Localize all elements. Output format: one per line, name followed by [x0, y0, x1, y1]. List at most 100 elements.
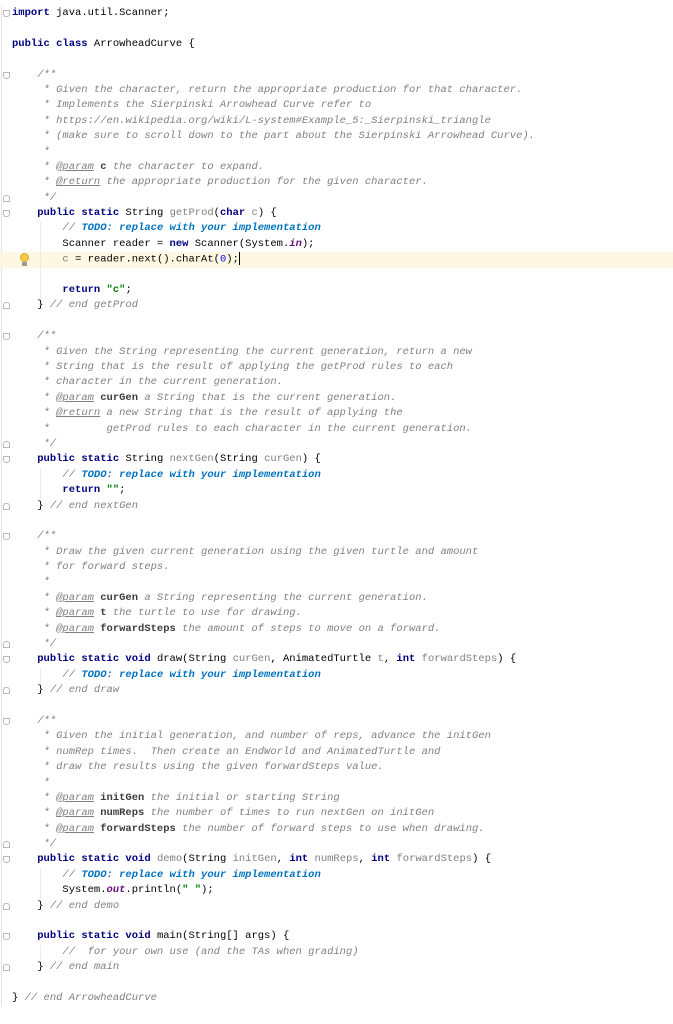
code-line[interactable]: * @param t the turtle to use for drawing…: [0, 606, 673, 621]
code-line[interactable]: // TODO: replace with your implementatio…: [0, 221, 673, 236]
code-token: return: [62, 484, 101, 497]
code-line[interactable]: [0, 21, 673, 36]
code-token: );: [226, 253, 239, 266]
code-line[interactable]: *: [0, 575, 673, 590]
fold-collapse-icon[interactable]: [3, 964, 10, 972]
code-line[interactable]: * String that is the result of applying …: [0, 360, 673, 375]
code-line[interactable]: } // end getProd: [0, 298, 673, 313]
code-line[interactable]: * Given the initial generation, and numb…: [0, 729, 673, 744]
code-line[interactable]: // for your own use (and the TAs when gr…: [0, 945, 673, 960]
code-line[interactable]: } // end draw: [0, 683, 673, 698]
code-token: , AnimatedTurtle: [270, 653, 378, 666]
code-line[interactable]: import java.util.Scanner;: [0, 6, 673, 21]
code-line[interactable]: * @param numReps the number of times to …: [0, 806, 673, 821]
lightbulb-icon[interactable]: [20, 253, 29, 267]
fold-expand-icon[interactable]: [3, 533, 10, 541]
code-line[interactable]: * numRep times. Then create an EndWorld …: [0, 745, 673, 760]
code-line[interactable]: // TODO: replace with your implementatio…: [0, 668, 673, 683]
fold-expand-icon[interactable]: [3, 456, 10, 464]
fold-collapse-icon[interactable]: [3, 641, 10, 649]
code-line[interactable]: } // end nextGen: [0, 499, 673, 514]
fold-collapse-icon[interactable]: [3, 194, 10, 202]
code-line[interactable]: } // end main: [0, 960, 673, 975]
code-line[interactable]: return "c";: [0, 283, 673, 298]
code-token: public static void: [37, 653, 151, 666]
code-line[interactable]: */: [0, 191, 673, 206]
code-line[interactable]: *: [0, 145, 673, 160]
code-line[interactable]: [0, 514, 673, 529]
fold-expand-icon[interactable]: [3, 333, 10, 341]
code-line[interactable]: *: [0, 776, 673, 791]
fold-collapse-icon[interactable]: [3, 302, 10, 310]
code-line[interactable]: public static void demo(String initGen, …: [0, 852, 673, 867]
code-token: * Draw the given current generation usin…: [12, 545, 479, 558]
code-line[interactable]: * @param curGen a String that is the cur…: [0, 391, 673, 406]
code-line[interactable]: return "";: [0, 483, 673, 498]
code-line[interactable]: // TODO: replace with your implementatio…: [0, 868, 673, 883]
code-line[interactable]: public static void main(String[] args) {: [0, 929, 673, 944]
code-line[interactable]: * Draw the given current generation usin…: [0, 545, 673, 560]
fold-collapse-icon[interactable]: [3, 687, 10, 695]
code-line[interactable]: * @return a new String that is the resul…: [0, 406, 673, 421]
code-line[interactable]: * for forward steps.: [0, 560, 673, 575]
fold-collapse-icon[interactable]: [3, 502, 10, 510]
fold-expand-icon[interactable]: [3, 10, 10, 17]
code-line[interactable]: * https://en.wikipedia.org/wiki/L-system…: [0, 114, 673, 129]
code-token: in: [289, 237, 302, 250]
fold-expand-icon[interactable]: [3, 933, 10, 941]
fold-collapse-icon[interactable]: [3, 440, 10, 448]
code-line[interactable]: * @param initGen the initial or starting…: [0, 791, 673, 806]
code-line[interactable]: * @param forwardSteps the number of forw…: [0, 822, 673, 837]
code-line[interactable]: * Implements the Sierpinski Arrowhead Cu…: [0, 98, 673, 113]
code-line[interactable]: * Given the String representing the curr…: [0, 345, 673, 360]
code-line[interactable]: // TODO: replace with your implementatio…: [0, 468, 673, 483]
code-token: the appropriate production for the given…: [100, 176, 428, 189]
code-line[interactable]: Scanner reader = new Scanner(System.in);: [0, 237, 673, 252]
code-line[interactable]: * character in the current generation.: [0, 375, 673, 390]
code-line[interactable]: public static String nextGen(String curG…: [0, 452, 673, 467]
code-line[interactable]: /**: [0, 714, 673, 729]
code-line[interactable]: * getProd rules to each character in the…: [0, 422, 673, 437]
code-token: Scanner reader =: [12, 237, 170, 250]
code-line[interactable]: /**: [0, 529, 673, 544]
code-line[interactable]: } // end demo: [0, 899, 673, 914]
code-line[interactable]: * draw the results using the given forwa…: [0, 760, 673, 775]
code-line[interactable]: /**: [0, 329, 673, 344]
code-line[interactable]: */: [0, 437, 673, 452]
fold-expand-icon[interactable]: [3, 856, 10, 864]
code-line[interactable]: [0, 914, 673, 929]
code-line[interactable]: */: [0, 637, 673, 652]
code-token: }: [12, 899, 50, 912]
code-line[interactable]: [0, 314, 673, 329]
code-line[interactable]: public static String getProd(char c) {: [0, 206, 673, 221]
code-line[interactable]: * @return the appropriate production for…: [0, 175, 673, 190]
fold-expand-icon[interactable]: [3, 656, 10, 664]
fold-collapse-icon[interactable]: [3, 841, 10, 849]
code-line[interactable]: */: [0, 837, 673, 852]
code-line[interactable]: System.out.println(" ");: [0, 883, 673, 898]
code-line[interactable]: } // end ArrowheadCurve: [0, 991, 673, 1006]
code-line[interactable]: * @param curGen a String representing th…: [0, 591, 673, 606]
code-line[interactable]: public class ArrowheadCurve {: [0, 37, 673, 52]
code-line[interactable]: [0, 699, 673, 714]
code-line[interactable]: * Given the character, return the approp…: [0, 83, 673, 98]
code-line[interactable]: [0, 52, 673, 67]
code-line[interactable]: * @param c the character to expand.: [0, 160, 673, 175]
code-token: */: [12, 437, 57, 450]
code-line[interactable]: /**: [0, 68, 673, 83]
code-line[interactable]: * @param forwardSteps the amount of step…: [0, 622, 673, 637]
code-token: /**: [37, 530, 57, 543]
fold-expand-icon[interactable]: [3, 71, 10, 79]
code-token: //: [62, 868, 82, 881]
code-token: *: [12, 822, 57, 835]
code-line[interactable]: * (make sure to scroll down to the part …: [0, 129, 673, 144]
fold-collapse-icon[interactable]: [3, 902, 10, 910]
fold-expand-icon[interactable]: [3, 210, 10, 218]
code-line[interactable]: [0, 268, 673, 283]
code-line[interactable]: c = reader.next().charAt(0);: [0, 252, 673, 268]
code-editor[interactable]: import java.util.Scanner; public class Ar…: [0, 6, 673, 1007]
code-line[interactable]: [0, 976, 673, 991]
fold-expand-icon[interactable]: [3, 717, 10, 725]
code-line[interactable]: public static void draw(String curGen, A…: [0, 652, 673, 667]
